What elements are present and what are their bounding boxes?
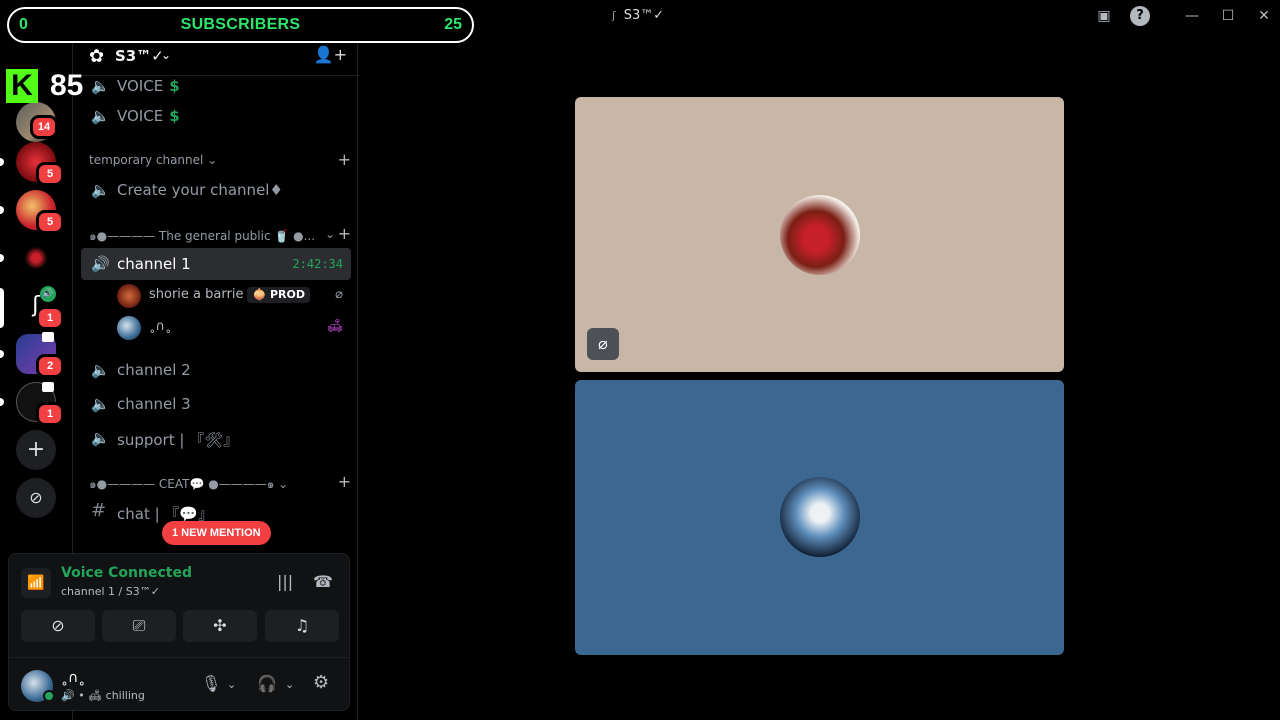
activity-icon: 🛋 <box>326 319 343 334</box>
mention-badge: 1 <box>36 306 64 330</box>
add-channel-icon[interactable]: + <box>338 150 351 169</box>
channel-voice[interactable]: 🔈 VOICE $ <box>81 100 351 132</box>
channel-2[interactable]: 🔈 channel 2 <box>81 354 351 386</box>
speaker-icon: 🔈 <box>91 395 110 413</box>
category-temporary[interactable]: temporary channel ⌄ + <box>89 150 351 171</box>
unread-pill <box>0 398 4 406</box>
voice-user[interactable]: ˳∩˳ 🛋 <box>117 314 351 342</box>
subscriber-overlay: 0 SUBSCRIBERS 25 <box>7 7 474 43</box>
unread-pill <box>0 158 4 166</box>
voice-user[interactable]: shorie a barrie 🧅 PROD ⌀ <box>117 282 351 310</box>
channel-3[interactable]: 🔈 channel 3 <box>81 388 351 420</box>
inbox-icon[interactable]: ▣ <box>1094 6 1114 26</box>
kick-overlay: K 85 <box>6 69 83 103</box>
participant-avatar <box>780 195 860 275</box>
settings-gear-icon[interactable]: ⚙ <box>313 672 329 693</box>
disconnect-icon[interactable]: ☎ <box>313 572 333 591</box>
user-panel: ˳∩˳ 🔊 • 🛋 chilling 🎙 ⌄ 🎧 ⌄ ⚙ <box>9 657 349 710</box>
invite-icon[interactable]: 👤+ <box>314 45 347 64</box>
add-channel-icon[interactable]: + <box>338 224 351 243</box>
kick-logo: K <box>6 69 38 103</box>
unread-pill <box>0 206 4 214</box>
participant-avatar <box>780 477 860 557</box>
participant-tile[interactable] <box>575 380 1064 655</box>
mention-badge: 2 <box>36 354 64 378</box>
screen-share-button[interactable]: ⎚ <box>102 610 176 642</box>
chevron-down-icon[interactable]: ⌄ <box>227 678 236 691</box>
chevron-down-icon[interactable]: ⌄ <box>285 678 294 691</box>
speaker-icon: 🔈 <box>91 77 110 95</box>
signal-icon[interactable]: 📶 <box>21 568 51 598</box>
avatar <box>117 284 141 308</box>
subscriber-label: SUBSCRIBERS <box>180 16 301 33</box>
online-status-dot <box>43 690 55 702</box>
hashtag-icon: # <box>91 500 107 521</box>
unread-pill <box>0 254 4 262</box>
category-ceat[interactable]: ๑●———— CEAT💬 ●————๑ ⌄ + <box>89 472 351 493</box>
chevron-down-icon: ⌄ <box>161 48 172 62</box>
gear-badge-icon: ✿ <box>89 46 105 67</box>
add-server-button[interactable]: + <box>16 430 56 470</box>
screen-share-icon <box>42 332 54 342</box>
activities-button[interactable]: ✣ <box>183 610 257 642</box>
muted-icon: ⌀ <box>335 287 343 302</box>
camera-off-button[interactable]: ⊘ <box>21 610 95 642</box>
channel-voice-top[interactable]: 🔈 VOICE $ <box>81 70 351 102</box>
participant-tile[interactable]: ⌀ <box>575 97 1064 372</box>
voice-stage: ⌀ <box>359 32 1280 720</box>
selected-pill <box>0 288 4 328</box>
user-name: ˳∩˳ <box>61 670 86 686</box>
mention-badge: 1 <box>36 402 64 426</box>
channel-support[interactable]: 🔈 support | 『🛠』 <box>81 422 351 454</box>
chevron-down-icon: ⌄ <box>324 227 335 241</box>
guild-name: S3™✓ <box>115 47 164 65</box>
new-mention-pill[interactable]: 1 NEW MENTION <box>162 521 271 545</box>
call-timer: 2:42:34 <box>292 257 343 271</box>
mention-badge: 14 <box>30 115 58 139</box>
close-icon[interactable]: ✕ <box>1254 6 1274 26</box>
help-icon[interactable]: ? <box>1130 6 1150 26</box>
window-title: ʃ S3™✓ <box>612 8 665 23</box>
voice-panel: 📶 Voice Connected channel 1 / S3™✓ ||| ☎… <box>8 553 350 711</box>
speaker-icon: 🔈 <box>91 181 110 199</box>
add-channel-icon[interactable]: + <box>338 472 351 491</box>
minimize-icon[interactable]: — <box>1182 6 1202 26</box>
speaker-icon: 🔊 <box>40 286 56 302</box>
speaker-icon: 🔈 <box>91 361 110 379</box>
chevron-down-icon: ⌄ <box>278 477 289 491</box>
speaker-icon: 🔊 <box>91 255 110 273</box>
soundboard-button[interactable]: ♫ <box>265 610 339 642</box>
voice-status: Voice Connected <box>61 565 192 581</box>
noise-suppression-icon[interactable]: ||| <box>277 572 293 591</box>
speaker-icon: 🔊 <box>61 689 75 702</box>
voice-note-icon: ʃ <box>612 9 616 22</box>
unread-pill <box>0 350 4 358</box>
kick-viewer-count: 85 <box>50 69 84 102</box>
chevron-down-icon: ⌄ <box>207 153 218 167</box>
speaker-icon: 🔈 <box>91 107 110 125</box>
muted-icon: ⌀ <box>587 328 619 360</box>
microphone-icon[interactable]: 🎙 <box>201 674 221 693</box>
voice-channel-path[interactable]: channel 1 / S3™✓ <box>61 585 160 598</box>
mention-badge: 5 <box>36 162 64 186</box>
channel-1[interactable]: 🔊 channel 1 2:42:34 <box>81 248 351 280</box>
server-icon[interactable] <box>16 238 56 278</box>
subscriber-count-right: 25 <box>444 16 462 33</box>
mention-badge: 5 <box>36 210 64 234</box>
avatar <box>117 316 141 340</box>
user-status: 🔊 • 🛋 chilling <box>61 689 145 702</box>
category-general-public[interactable]: ๑●———— The general public 🥤 ●... ⌄ + <box>89 224 351 245</box>
channel-create[interactable]: 🔈 Create your channel♦ <box>81 174 351 206</box>
screen-share-icon <box>42 382 54 392</box>
discover-button[interactable]: ⊘ <box>16 478 56 518</box>
speaker-icon: 🔈 <box>91 429 110 447</box>
maximize-icon[interactable]: ☐ <box>1218 6 1238 26</box>
headphones-icon[interactable]: 🎧 <box>257 674 277 693</box>
